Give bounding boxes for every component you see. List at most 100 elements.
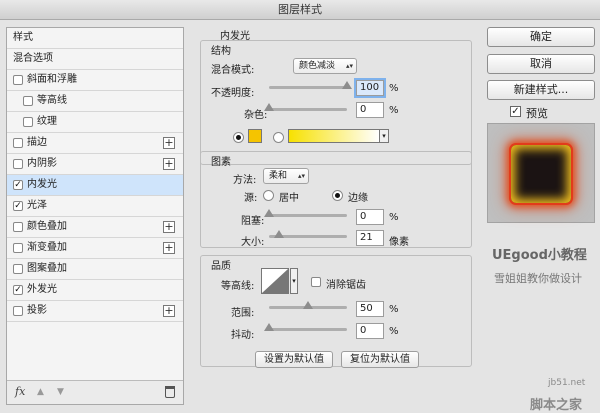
- effect-checkbox[interactable]: ✓: [13, 285, 23, 295]
- elements-title: 图素: [211, 157, 231, 168]
- effect-label: 投影: [27, 305, 47, 316]
- gradient-radio[interactable]: [273, 132, 284, 143]
- effect-label: 斜面和浮雕: [27, 74, 77, 85]
- blend-options-item[interactable]: 混合选项: [7, 49, 183, 70]
- jitter-slider[interactable]: [264, 323, 347, 331]
- noise-slider[interactable]: [264, 103, 347, 111]
- method-value: 柔和: [269, 171, 288, 181]
- method-label: 方法:: [233, 175, 257, 186]
- make-default-button[interactable]: 设置为默认值: [255, 351, 333, 368]
- contour-dropdown-icon[interactable]: ▾: [290, 268, 298, 294]
- add-effect-icon[interactable]: +: [163, 305, 175, 317]
- effect-item[interactable]: 渐变叠加 +: [7, 238, 183, 259]
- size-slider[interactable]: [269, 230, 347, 238]
- add-effect-icon[interactable]: +: [163, 158, 175, 170]
- effect-item[interactable]: ✓ 外发光: [7, 280, 183, 301]
- effect-label: 光泽: [27, 200, 47, 211]
- effect-item[interactable]: 图案叠加: [7, 259, 183, 280]
- effect-checkbox[interactable]: [13, 306, 23, 316]
- add-effect-icon[interactable]: +: [163, 137, 175, 149]
- add-effect-icon[interactable]: +: [163, 221, 175, 233]
- window-title: 图层样式: [0, 0, 600, 20]
- effect-item[interactable]: 描边 +: [7, 133, 183, 154]
- anti-alias-checkbox[interactable]: [311, 277, 321, 287]
- chevron-updown-icon: ▴▾: [345, 62, 353, 70]
- effect-item[interactable]: 等高线: [7, 91, 183, 112]
- source-edge-radio[interactable]: [332, 190, 343, 201]
- structure-group: 结构 混合模式: 颜色减淡 ▴▾ 不透明度: 100 % 杂色: 0 % ▾: [200, 40, 472, 165]
- noise-slider-thumb[interactable]: [264, 103, 274, 111]
- move-down-icon[interactable]: ▼: [57, 387, 64, 397]
- reset-default-button[interactable]: 复位为默认值: [341, 351, 419, 368]
- effect-item[interactable]: ✓ 光泽: [7, 196, 183, 217]
- effect-checkbox[interactable]: [13, 138, 23, 148]
- opacity-label: 不透明度:: [211, 88, 255, 99]
- opacity-unit: %: [389, 83, 399, 94]
- new-style-button[interactable]: 新建样式...: [487, 80, 595, 100]
- effect-checkbox[interactable]: [23, 117, 33, 127]
- color-radio[interactable]: [233, 132, 244, 143]
- cancel-button[interactable]: 取消: [487, 54, 595, 74]
- choke-slider[interactable]: [264, 209, 347, 217]
- gradient-dropdown-icon[interactable]: ▾: [379, 129, 389, 143]
- size-input[interactable]: 21: [356, 230, 384, 246]
- add-effect-icon[interactable]: +: [163, 242, 175, 254]
- effect-checkbox[interactable]: [13, 264, 23, 274]
- range-slider[interactable]: [269, 301, 347, 309]
- styles-list-panel: 样式 混合选项 斜面和浮雕等高线纹理 描边 + 内阴影 + ✓ 内发光 ✓ 光泽颜色叠加 + 渐变叠…: [6, 27, 184, 405]
- opacity-slider[interactable]: [269, 81, 352, 89]
- effect-item[interactable]: 内阴影 +: [7, 154, 183, 175]
- contour-picker[interactable]: [261, 268, 289, 294]
- opacity-slider-thumb[interactable]: [342, 81, 352, 89]
- opacity-input[interactable]: 100: [356, 80, 384, 96]
- size-label: 大小:: [241, 237, 265, 248]
- choke-input[interactable]: 0: [356, 209, 384, 225]
- noise-input[interactable]: 0: [356, 102, 384, 118]
- watermark-site: jb51.net: [548, 378, 586, 388]
- preview-label: 预览: [526, 107, 548, 120]
- effect-checkbox[interactable]: [23, 96, 33, 106]
- ok-button[interactable]: 确定: [487, 27, 595, 47]
- blend-mode-label: 混合模式:: [211, 65, 255, 76]
- jitter-input[interactable]: 0: [356, 323, 384, 339]
- elements-group: 图素 方法: 柔和 ▴▾ 源: 居中 边缘 阻塞: 0 % 大小: 21 像素: [200, 151, 472, 248]
- move-up-icon[interactable]: ▲: [37, 387, 44, 397]
- range-slider-thumb[interactable]: [303, 301, 313, 309]
- range-label: 范围:: [231, 308, 255, 319]
- method-select[interactable]: 柔和 ▴▾: [263, 168, 309, 184]
- glow-color-swatch[interactable]: [248, 129, 262, 143]
- range-input[interactable]: 50: [356, 301, 384, 317]
- quality-title: 品质: [211, 261, 231, 272]
- preview-glow-square: [511, 145, 571, 203]
- effect-item[interactable]: 投影 +: [7, 301, 183, 322]
- blend-mode-select[interactable]: 颜色减淡 ▴▾: [293, 58, 357, 74]
- effect-label: 等高线: [37, 95, 67, 106]
- fx-icon[interactable]: fx: [15, 385, 25, 398]
- effect-checkbox[interactable]: [13, 243, 23, 253]
- effect-label: 内发光: [27, 179, 57, 190]
- style-preview: [487, 123, 595, 223]
- preview-checkbox[interactable]: ✓: [510, 106, 521, 117]
- trash-icon[interactable]: [165, 386, 175, 398]
- source-center-radio[interactable]: [263, 190, 274, 201]
- size-slider-thumb[interactable]: [274, 230, 284, 238]
- effect-item[interactable]: ✓ 内发光: [7, 175, 183, 196]
- structure-title: 结构: [211, 46, 231, 57]
- effect-checkbox[interactable]: ✓: [13, 201, 23, 211]
- effect-item[interactable]: 斜面和浮雕: [7, 70, 183, 91]
- effect-checkbox[interactable]: [13, 75, 23, 85]
- jitter-slider-thumb[interactable]: [264, 323, 274, 331]
- effect-checkbox[interactable]: [13, 159, 23, 169]
- styles-header[interactable]: 样式: [7, 28, 183, 49]
- effect-checkbox[interactable]: [13, 222, 23, 232]
- choke-slider-thumb[interactable]: [264, 209, 274, 217]
- glow-gradient-picker[interactable]: [288, 129, 380, 143]
- effect-item[interactable]: 颜色叠加 +: [7, 217, 183, 238]
- effect-checkbox[interactable]: ✓: [13, 180, 23, 190]
- effect-label: 图案叠加: [27, 263, 67, 274]
- effect-item[interactable]: 纹理: [7, 112, 183, 133]
- source-center-label: 居中: [279, 193, 299, 204]
- range-unit: %: [389, 304, 399, 315]
- jitter-label: 抖动:: [231, 330, 255, 341]
- jitter-unit: %: [389, 326, 399, 337]
